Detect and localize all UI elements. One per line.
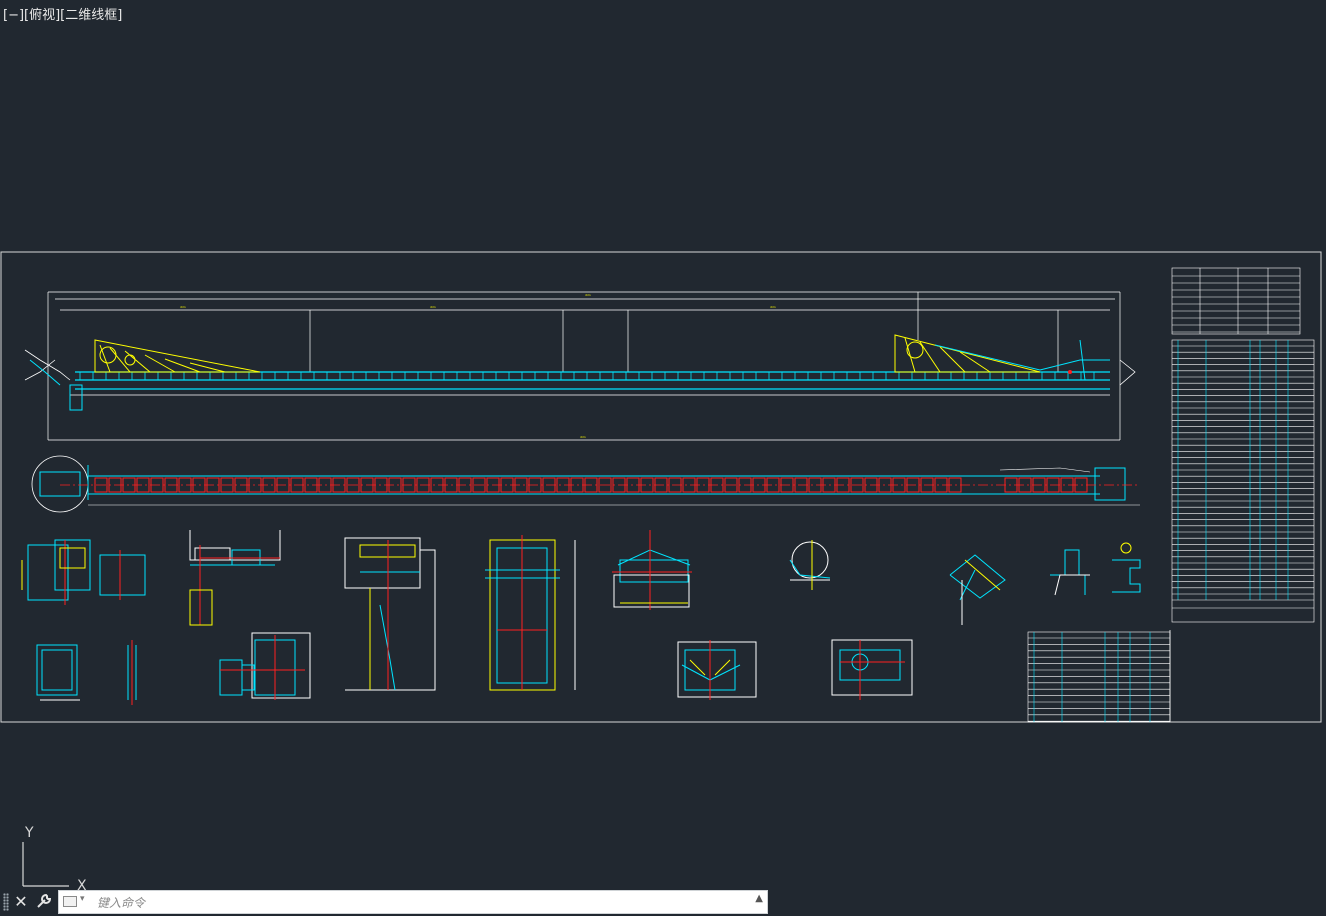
tail-truss (94, 339, 261, 373)
svg-text:dim: dim (585, 293, 591, 297)
svg-text:dim: dim (580, 435, 586, 439)
command-line-bar: ✕ ▾ ▲ (0, 889, 768, 915)
drawing-border (0, 251, 1322, 723)
conveyor-elevation-view: dim dim dim dim dim (24, 291, 1136, 441)
conveyor-plan-view (31, 455, 1140, 513)
detail-views (21, 530, 1141, 705)
wrench-icon[interactable] (34, 892, 54, 912)
close-icon[interactable]: ✕ (11, 892, 31, 912)
ucs-y-label: Y (24, 825, 34, 841)
parts-list-tables (1027, 267, 1315, 723)
ucs-icon: Y X (22, 825, 87, 892)
drawing-canvas[interactable]: dim dim dim dim dim (0, 0, 1326, 880)
command-input[interactable] (95, 891, 739, 915)
svg-text:dim: dim (180, 305, 186, 309)
svg-text:dim: dim (430, 305, 436, 309)
prompt-dropdown-icon[interactable]: ▾ (80, 894, 85, 904)
head-truss (894, 334, 1041, 373)
command-prompt-icon[interactable] (63, 896, 77, 907)
svg-text:dim: dim (770, 305, 776, 309)
drag-grip-icon[interactable] (3, 893, 9, 911)
command-field[interactable]: ▾ ▲ (58, 890, 768, 915)
chevron-up-icon[interactable]: ▲ (755, 893, 763, 904)
